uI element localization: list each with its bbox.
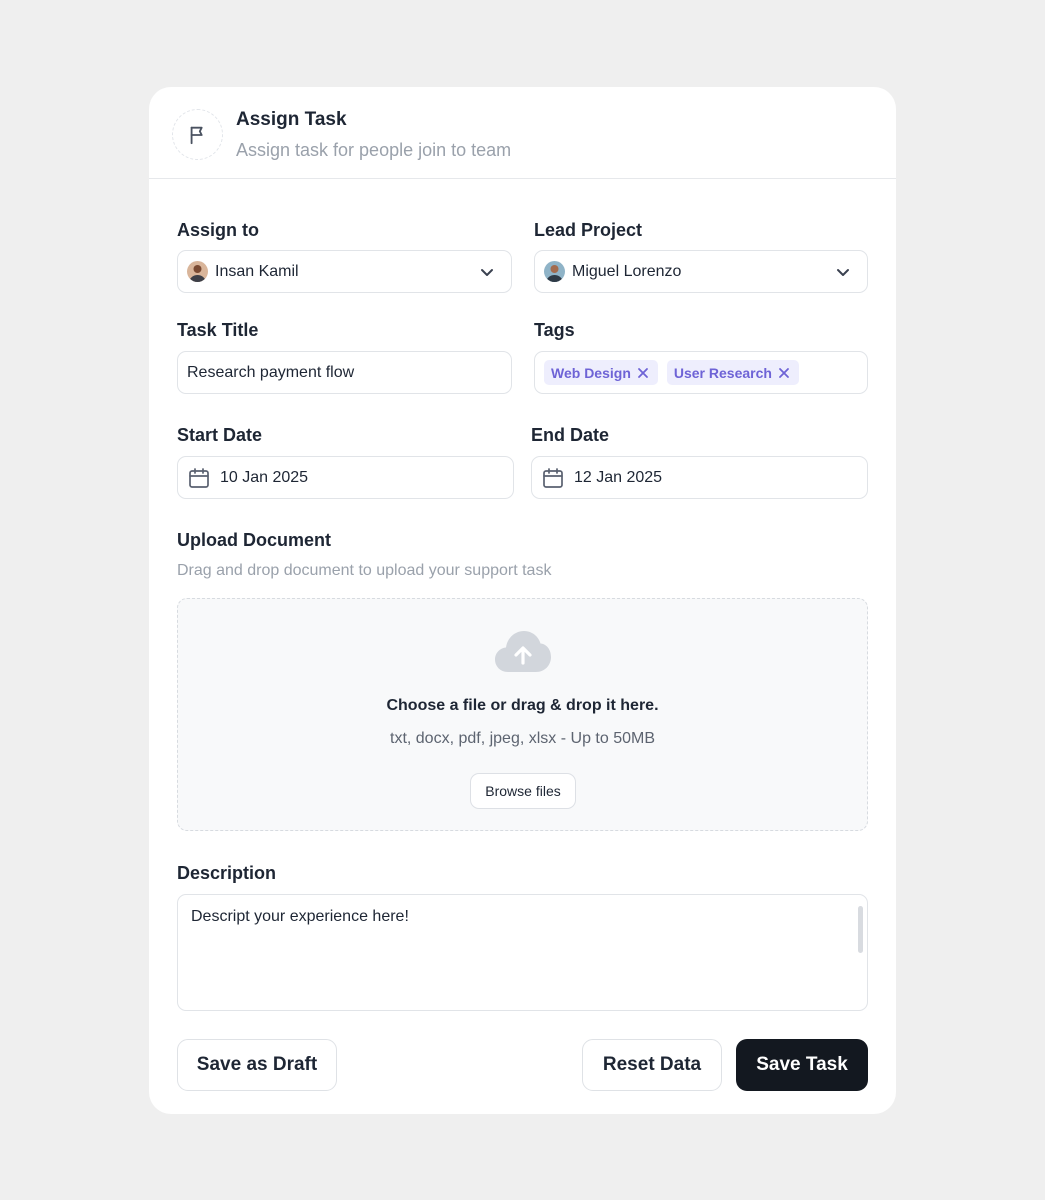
avatar <box>544 261 565 282</box>
calendar-icon <box>188 467 210 489</box>
start-date-label: Start Date <box>177 425 263 445</box>
end-date-value: 12 Jan 2025 <box>574 468 663 486</box>
file-dropzone[interactable]: Choose a file or drag & drop it here. tx… <box>177 598 868 831</box>
end-date-label: End Date <box>531 425 610 445</box>
task-title-input[interactable]: Research payment flow <box>177 351 512 394</box>
flag-icon <box>190 126 203 144</box>
tags-label: Tags <box>534 320 575 340</box>
lead-project-label: Lead Project <box>534 220 643 240</box>
lead-project-select[interactable]: Miguel Lorenzo <box>534 250 868 293</box>
task-title-value: Research payment flow <box>187 363 355 381</box>
chevron-down-icon <box>481 269 493 276</box>
scrollbar[interactable] <box>858 906 863 953</box>
upload-label: Upload Document <box>177 530 332 550</box>
page-title: Assign Task <box>236 109 347 130</box>
page-subtitle: Assign task for people join to team <box>236 140 512 160</box>
close-icon[interactable] <box>637 367 649 379</box>
description-value: Descript your experience here! <box>191 908 409 925</box>
tags-input[interactable]: Web Design User Research <box>534 351 868 394</box>
tag-label: Web Design <box>551 364 631 381</box>
save-draft-button[interactable]: Save as Draft <box>177 1039 337 1091</box>
end-date-field[interactable]: 12 Jan 2025 <box>531 456 868 499</box>
start-date-field[interactable]: 10 Jan 2025 <box>177 456 514 499</box>
description-textarea[interactable]: Descript your experience here! <box>177 894 868 1011</box>
assign-to-label: Assign to <box>177 220 260 240</box>
save-task-button[interactable]: Save Task <box>736 1039 868 1091</box>
task-title-label: Task Title <box>177 320 259 340</box>
lead-project-value: Miguel Lorenzo <box>572 262 682 280</box>
browse-files-button[interactable]: Browse files <box>470 773 576 809</box>
assign-task-card: Assign Task Assign task for people join … <box>149 87 896 1114</box>
reset-data-button[interactable]: Reset Data <box>582 1039 722 1091</box>
card-header: Assign Task Assign task for people join … <box>149 87 896 179</box>
tag-label: User Research <box>673 364 772 381</box>
assign-to-select[interactable]: Insan Kamil <box>177 250 512 293</box>
start-date-value: 10 Jan 2025 <box>220 468 309 486</box>
tag-web-design: Web Design <box>544 360 658 385</box>
cloud-upload-icon <box>495 631 551 672</box>
drop-hint: txt, docx, pdf, jpeg, xlsx - Up to 50MB <box>390 730 655 747</box>
upload-subtitle: Drag and drop document to upload your su… <box>177 562 552 579</box>
flag-badge <box>172 109 223 160</box>
tag-user-research: User Research <box>666 360 799 385</box>
avatar <box>187 261 208 282</box>
description-label: Description <box>177 863 277 883</box>
close-icon[interactable] <box>778 367 790 379</box>
assign-to-value: Insan Kamil <box>215 262 299 280</box>
chevron-down-icon <box>837 269 849 276</box>
calendar-icon <box>542 467 564 489</box>
drop-title: Choose a file or drag & drop it here. <box>386 697 659 714</box>
